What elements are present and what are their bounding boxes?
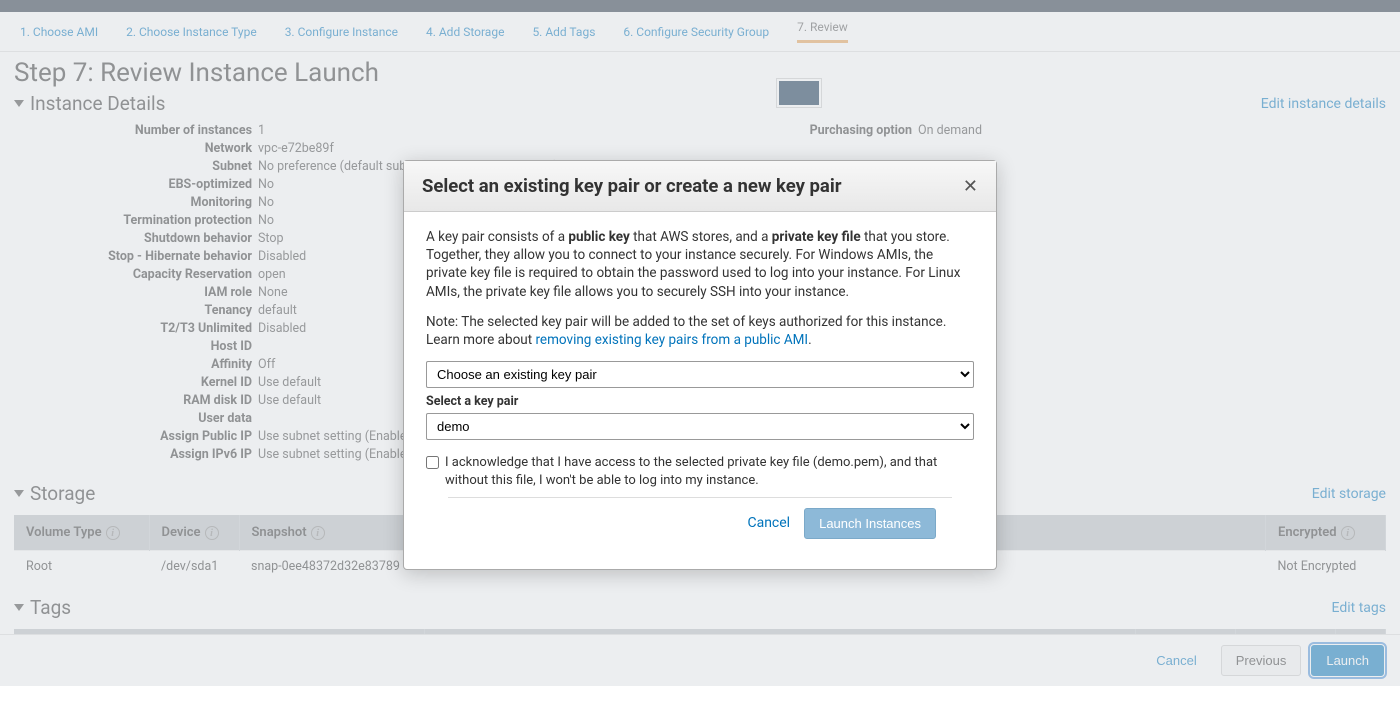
modal-paragraph-1: A key pair consists of a public key that… bbox=[426, 228, 974, 301]
launch-instances-button[interactable]: Launch Instances bbox=[804, 508, 936, 539]
keypair-select[interactable]: demo bbox=[426, 413, 974, 440]
acknowledge-checkbox[interactable] bbox=[426, 456, 439, 469]
remove-keypair-link[interactable]: removing existing key pairs from a publi… bbox=[535, 332, 808, 348]
acknowledge-text: I acknowledge that I have access to the … bbox=[445, 454, 974, 489]
close-icon[interactable]: ✕ bbox=[963, 176, 978, 197]
keypair-mode-select[interactable]: Choose an existing key pair bbox=[426, 361, 974, 388]
select-keypair-label: Select a key pair bbox=[426, 394, 974, 411]
modal-cancel-button[interactable]: Cancel bbox=[747, 514, 790, 533]
modal-title: Select an existing key pair or create a … bbox=[422, 175, 842, 197]
keypair-modal: Select an existing key pair or create a … bbox=[403, 160, 997, 570]
modal-note: Note: The selected key pair will be adde… bbox=[426, 313, 974, 349]
